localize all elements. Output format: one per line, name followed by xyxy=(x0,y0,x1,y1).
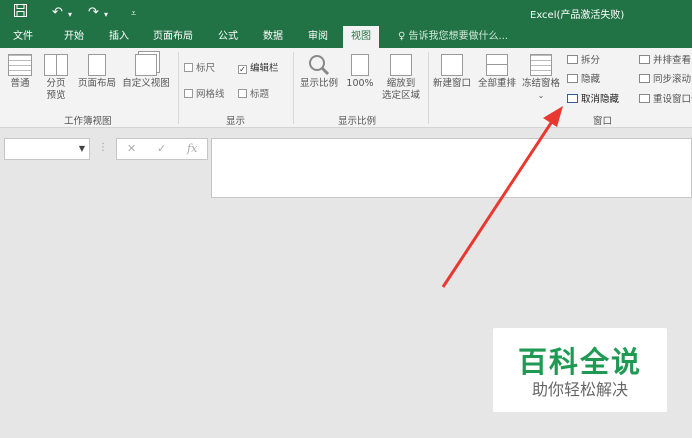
watermark-logo: 百科全说 助你轻松解决 xyxy=(493,328,667,412)
watermark-title: 百科全说 xyxy=(517,345,642,379)
watermark-subtitle: 助你轻松解决 xyxy=(531,380,628,399)
